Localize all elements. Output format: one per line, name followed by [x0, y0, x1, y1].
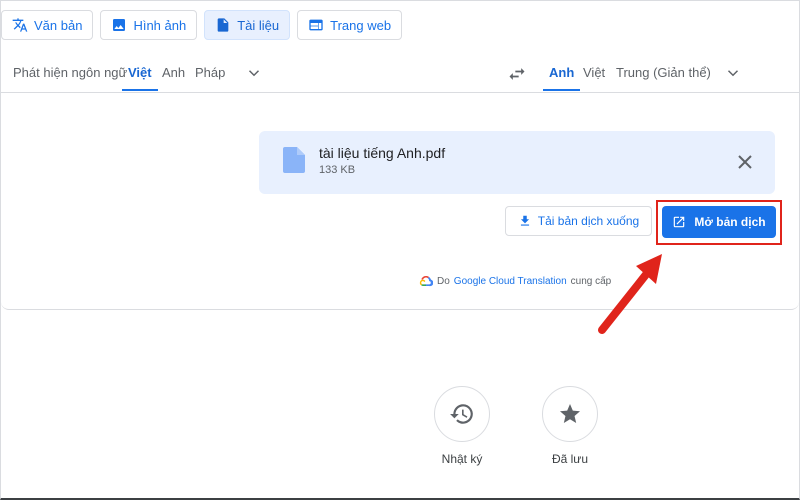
- remove-file-button[interactable]: [733, 150, 757, 174]
- target-lang-vietnamese[interactable]: Việt: [583, 55, 605, 90]
- tab-image[interactable]: Hình ảnh: [100, 10, 198, 40]
- file-name: tài liệu tiếng Anh.pdf: [319, 145, 446, 161]
- file-size: 133 KB: [319, 164, 356, 176]
- document-card: tài liệu tiếng Anh.pdf 133 KB Tải bản dị…: [1, 92, 799, 310]
- tab-website[interactable]: Trang web: [297, 10, 403, 40]
- open-translation-label: Mở bản dịch: [694, 215, 766, 229]
- web-icon: [309, 19, 323, 31]
- tab-document[interactable]: Tài liệu: [204, 10, 291, 40]
- credit-line: Do Google Cloud Translation cung cấp: [419, 275, 611, 287]
- open-in-new-icon: [674, 216, 685, 228]
- source-lang-french[interactable]: Pháp: [195, 55, 225, 90]
- credit-brand-link[interactable]: Google Cloud Translation: [454, 276, 567, 287]
- language-bar: Phát hiện ngôn ngữ Việt Anh Pháp Anh Việ…: [0, 55, 800, 92]
- tab-website-label: Trang web: [330, 17, 392, 33]
- tab-image-label: Hình ảnh: [133, 17, 187, 33]
- history-label: Nhật ký: [441, 452, 483, 466]
- source-lang-vietnamese[interactable]: Việt: [122, 55, 158, 91]
- source-lang-detect[interactable]: Phát hiện ngôn ngữ: [13, 55, 127, 90]
- image-icon: [113, 19, 126, 31]
- google-cloud-icon: [419, 275, 433, 287]
- history-button[interactable]: [434, 386, 490, 442]
- uploaded-file: tài liệu tiếng Anh.pdf 133 KB: [259, 131, 775, 194]
- close-icon: [738, 155, 752, 169]
- document-icon: [217, 18, 229, 32]
- saved-button[interactable]: [542, 386, 598, 442]
- open-translation-button[interactable]: Mở bản dịch: [662, 206, 776, 238]
- tab-text-label: Văn bản: [34, 17, 83, 33]
- target-lang-english[interactable]: Anh: [542, 55, 581, 91]
- target-lang-chinese-simplified[interactable]: Trung (Giản thể): [616, 55, 711, 90]
- saved-item[interactable]: Đã lưu: [535, 386, 605, 466]
- red-arrow-annotation: [598, 254, 662, 334]
- source-lang-english[interactable]: Anh: [162, 55, 185, 90]
- star-icon: [560, 404, 580, 423]
- history-item[interactable]: Nhật ký: [427, 386, 497, 466]
- translate-icon: [12, 18, 28, 32]
- download-translation-button[interactable]: Tải bản dịch xuống: [505, 206, 652, 236]
- tab-text[interactable]: Văn bản: [1, 10, 94, 40]
- history-icon: [450, 404, 473, 424]
- source-lang-chevron-down-icon[interactable]: [245, 64, 263, 82]
- credit-prefix: Do: [437, 275, 450, 287]
- download-translation-label: Tải bản dịch xuống: [537, 214, 640, 228]
- target-lang-chevron-down-icon[interactable]: [724, 64, 742, 82]
- swap-languages-icon[interactable]: [507, 64, 527, 84]
- download-icon: [520, 215, 529, 226]
- mode-tabs: Văn bản Hình ảnh Tài liệu Trang web: [1, 10, 403, 40]
- file-icon: [283, 147, 305, 173]
- tab-document-label: Tài liệu: [237, 17, 280, 33]
- saved-label: Đã lưu: [551, 452, 589, 466]
